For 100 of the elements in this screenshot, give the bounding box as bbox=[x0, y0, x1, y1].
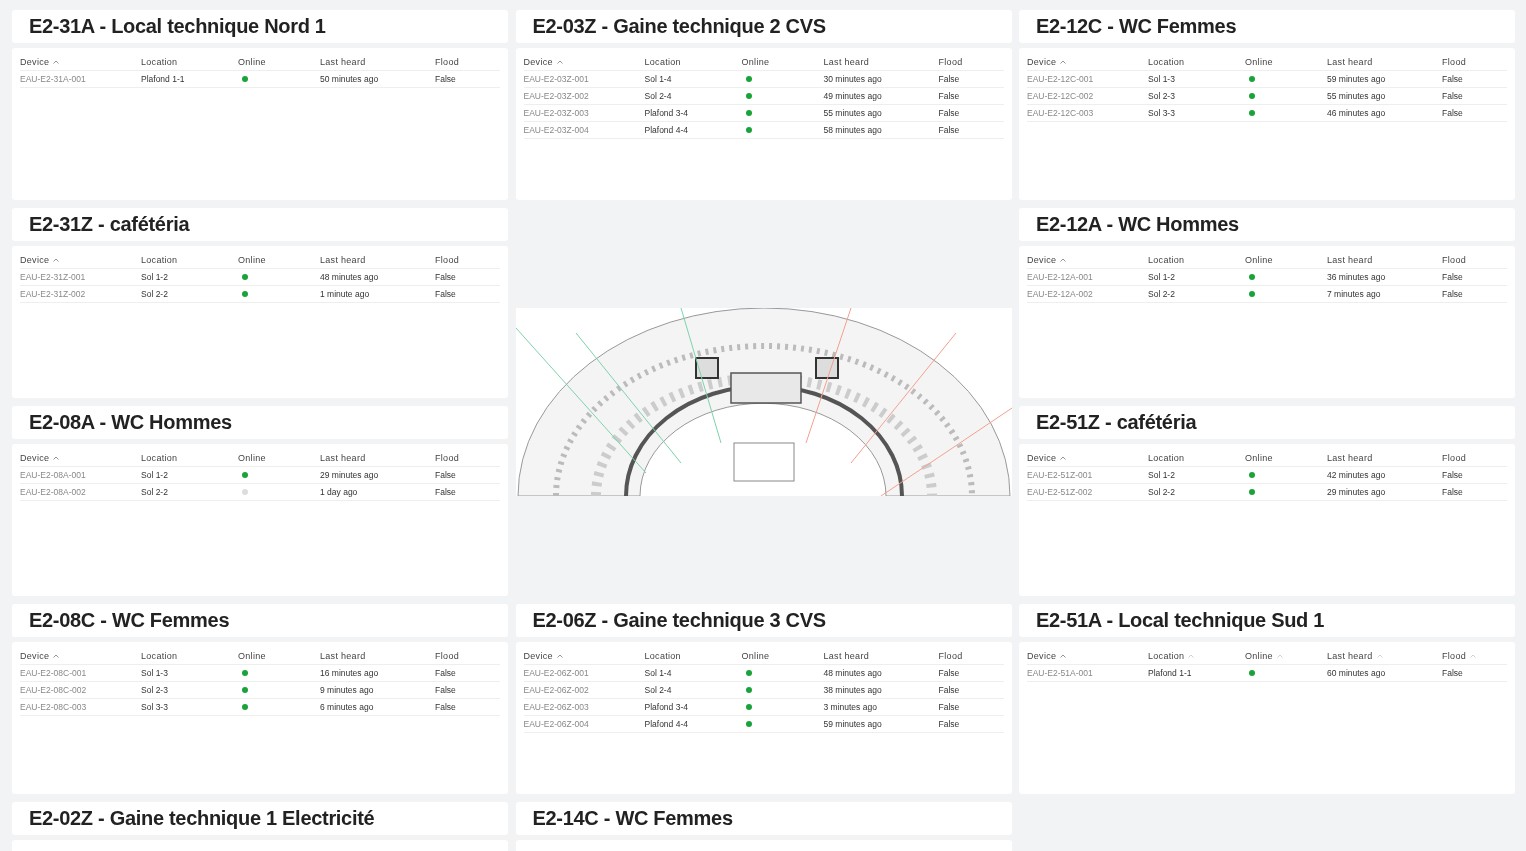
column-header[interactable]: Online bbox=[238, 254, 266, 265]
column-header[interactable]: Device bbox=[20, 56, 50, 67]
sort-caret-icon[interactable] bbox=[556, 59, 563, 64]
column-header[interactable]: Flood bbox=[1442, 56, 1466, 67]
table-cell-text: EAU-E2-08A-002 bbox=[20, 487, 87, 497]
table-cell-text: 38 minutes ago bbox=[823, 685, 883, 695]
column-header[interactable]: Last heard bbox=[1327, 650, 1373, 661]
table-cell-text: False bbox=[938, 125, 961, 135]
column-header[interactable]: Flood bbox=[435, 452, 459, 463]
table-cell-text: EAU-E2-03Z-001 bbox=[523, 74, 590, 84]
table-cell-text: False bbox=[1442, 668, 1464, 678]
table-cell-text: Sol 2-4 bbox=[644, 685, 673, 695]
column-header[interactable]: Last heard bbox=[1327, 56, 1373, 67]
table-cell-text: Sol 1-2 bbox=[1148, 470, 1176, 480]
table-cell-text: False bbox=[938, 108, 961, 118]
column-header[interactable]: Device bbox=[20, 254, 50, 265]
column-header[interactable]: Location bbox=[141, 452, 178, 463]
table-cell-text: Sol 2-2 bbox=[1148, 487, 1176, 497]
sort-caret-icon[interactable] bbox=[1376, 653, 1383, 658]
column-header[interactable]: Online bbox=[1245, 650, 1273, 661]
sort-caret-icon[interactable] bbox=[53, 653, 60, 658]
column-header[interactable]: Last heard bbox=[320, 650, 366, 661]
column-header[interactable]: Device bbox=[20, 452, 50, 463]
column-header[interactable]: Online bbox=[1245, 56, 1273, 67]
column-header[interactable]: Location bbox=[141, 650, 178, 661]
column-header[interactable]: Flood bbox=[938, 650, 963, 661]
sort-caret-icon[interactable] bbox=[1060, 455, 1067, 460]
table-cell-text: EAU-E2-08C-003 bbox=[20, 702, 88, 712]
column-header[interactable]: Flood bbox=[435, 650, 459, 661]
table-cell-text: Sol 2-3 bbox=[141, 685, 169, 695]
table-cell-text: 59 minutes ago bbox=[1327, 74, 1387, 84]
column-header[interactable]: Device bbox=[1027, 56, 1057, 67]
sort-caret-icon[interactable] bbox=[1470, 653, 1476, 658]
table-cell-text: EAU-E2-06Z-003 bbox=[523, 702, 590, 712]
column-header[interactable]: Device bbox=[1027, 650, 1057, 661]
card-title: E2-08A - WC Hommes bbox=[29, 411, 232, 434]
sort-caret-icon[interactable] bbox=[1188, 653, 1195, 658]
column-header[interactable]: Location bbox=[1148, 452, 1185, 463]
column-header[interactable]: Last heard bbox=[1327, 254, 1373, 265]
column-header[interactable]: Location bbox=[644, 56, 681, 67]
table-cell-text: EAU-E2-31A-001 bbox=[20, 74, 87, 84]
table-cell-text: 9 minutes ago bbox=[320, 685, 375, 695]
column-header[interactable]: Flood bbox=[1442, 254, 1466, 265]
column-header[interactable]: Online bbox=[741, 56, 770, 67]
column-header[interactable]: Device bbox=[1027, 452, 1057, 463]
column-header[interactable]: Last heard bbox=[1327, 452, 1373, 463]
column-header[interactable]: Flood bbox=[1442, 650, 1466, 661]
column-header[interactable]: Device bbox=[1027, 254, 1057, 265]
column-header[interactable]: Online bbox=[238, 452, 266, 463]
table-cell-text: 48 minutes ago bbox=[823, 668, 883, 678]
table-cell-text: EAU-E2-12C-001 bbox=[1027, 74, 1095, 84]
card-title: E2-14C - WC Femmes bbox=[532, 807, 733, 830]
table-cell-text: False bbox=[435, 470, 457, 480]
card-title: E2-51A - Local technique Sud 1 bbox=[1036, 609, 1325, 632]
column-header[interactable]: Device bbox=[523, 56, 553, 67]
table-cell-text: Plafond 3-4 bbox=[644, 702, 689, 712]
sort-caret-icon[interactable] bbox=[1060, 653, 1067, 658]
column-header[interactable]: Last heard bbox=[320, 254, 366, 265]
column-header[interactable]: Last heard bbox=[823, 650, 870, 661]
table-cell-text: False bbox=[938, 685, 961, 695]
card-title: E2-31A - Local technique Nord 1 bbox=[29, 15, 326, 38]
table-cell-text: Sol 1-2 bbox=[141, 272, 169, 282]
table-cell-text: 59 minutes ago bbox=[823, 719, 883, 729]
column-header[interactable]: Location bbox=[141, 56, 178, 67]
column-header[interactable]: Flood bbox=[938, 56, 963, 67]
column-header[interactable]: Device bbox=[523, 650, 553, 661]
table-cell-text: EAU-E2-12C-002 bbox=[1027, 91, 1095, 101]
sort-caret-icon[interactable] bbox=[1276, 653, 1283, 658]
table-cell-text: EAU-E2-12A-001 bbox=[1027, 272, 1094, 282]
column-header[interactable]: Online bbox=[741, 650, 770, 661]
column-header[interactable]: Online bbox=[1245, 452, 1273, 463]
column-header[interactable]: Flood bbox=[435, 56, 459, 67]
column-header[interactable]: Location bbox=[644, 650, 681, 661]
table-cell-text: EAU-E2-08C-001 bbox=[20, 668, 88, 678]
column-header[interactable]: Last heard bbox=[823, 56, 870, 67]
table-cell-text: 60 minutes ago bbox=[1327, 668, 1387, 678]
column-header[interactable]: Last heard bbox=[320, 452, 366, 463]
column-header[interactable]: Location bbox=[1148, 254, 1185, 265]
table-cell-text: False bbox=[435, 702, 457, 712]
table-cell-text: Sol 2-2 bbox=[1148, 289, 1176, 299]
column-header[interactable]: Location bbox=[1148, 56, 1185, 67]
column-header[interactable]: Online bbox=[238, 56, 266, 67]
column-header[interactable]: Location bbox=[141, 254, 178, 265]
column-header[interactable]: Device bbox=[20, 650, 50, 661]
sort-caret-icon[interactable] bbox=[1060, 59, 1067, 64]
sort-caret-icon[interactable] bbox=[1060, 257, 1067, 262]
column-header[interactable]: Online bbox=[1245, 254, 1273, 265]
column-header[interactable]: Online bbox=[238, 650, 266, 661]
column-header[interactable]: Flood bbox=[1442, 452, 1466, 463]
column-header[interactable]: Last heard bbox=[320, 56, 366, 67]
table-cell-text: 42 minutes ago bbox=[1327, 470, 1387, 480]
sort-caret-icon[interactable] bbox=[556, 653, 563, 658]
sort-caret-icon[interactable] bbox=[53, 257, 60, 262]
table-cell-text: Sol 2-3 bbox=[1148, 91, 1176, 101]
card-title: E2-31Z - cafétéria bbox=[29, 213, 190, 236]
column-header[interactable]: Location bbox=[1148, 650, 1185, 661]
sort-caret-icon[interactable] bbox=[53, 59, 60, 64]
sort-caret-icon[interactable] bbox=[53, 455, 60, 460]
column-header[interactable]: Flood bbox=[435, 254, 459, 265]
table-cell-text: Sol 2-4 bbox=[644, 91, 673, 101]
